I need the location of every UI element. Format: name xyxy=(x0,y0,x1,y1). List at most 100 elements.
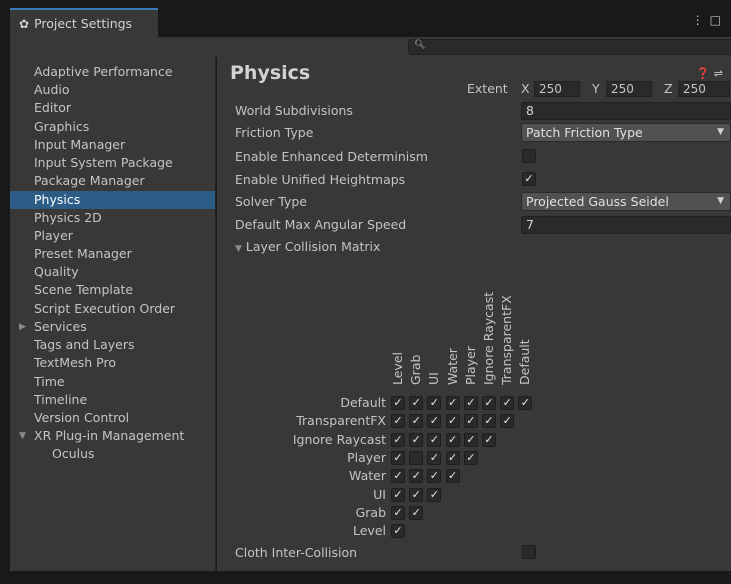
friction-type-dropdown[interactable]: Patch Friction Type ▼ xyxy=(521,123,731,142)
sidebar-item-label: Graphics xyxy=(34,119,90,134)
friction-type-value: Patch Friction Type xyxy=(526,125,643,140)
matrix-checkbox[interactable]: ✓ xyxy=(409,432,424,447)
sidebar-item-textmesh-pro[interactable]: TextMesh Pro xyxy=(10,354,215,372)
matrix-checkbox[interactable] xyxy=(409,450,424,465)
help-icon[interactable]: ❓ xyxy=(696,67,714,80)
page-title: Physics xyxy=(230,62,311,84)
max-angular-speed-field[interactable]: 7 xyxy=(521,216,731,234)
matrix-checkbox[interactable]: ✓ xyxy=(463,432,478,447)
matrix-checkbox[interactable]: ✓ xyxy=(482,396,496,410)
collapsed-arrow-icon[interactable]: ▶ xyxy=(19,318,26,336)
sidebar-item-label: Tags and Layers xyxy=(34,337,135,352)
matrix-column-label: Player xyxy=(462,346,478,385)
sidebar-item-label: Quality xyxy=(34,264,79,279)
matrix-checkbox[interactable]: ✓ xyxy=(500,414,515,429)
sidebar-item-oculus[interactable]: Oculus xyxy=(10,445,215,463)
sidebar-item-label: Script Execution Order xyxy=(34,301,176,316)
sidebar-item-label: Input System Package xyxy=(34,155,173,170)
enhanced-determinism-checkbox[interactable] xyxy=(522,149,536,163)
matrix-checkbox[interactable]: ✓ xyxy=(518,396,533,410)
matrix-checkbox[interactable]: ✓ xyxy=(445,450,460,465)
matrix-checkbox[interactable]: ✓ xyxy=(391,487,405,502)
extent-x-field[interactable]: 250 xyxy=(534,81,580,97)
matrix-checkbox[interactable]: ✓ xyxy=(427,487,442,502)
matrix-checkbox[interactable]: ✓ xyxy=(500,396,515,410)
sidebar-item-package-manager[interactable]: Package Manager xyxy=(10,172,215,190)
matrix-checkbox[interactable]: ✓ xyxy=(445,414,460,429)
matrix-checkbox[interactable]: ✓ xyxy=(427,414,442,429)
cloth-inter-collision-label: Cloth Inter-Collision xyxy=(235,545,358,560)
matrix-checkbox[interactable]: ✓ xyxy=(445,396,460,410)
matrix-column-label: Ignore Raycast xyxy=(481,291,496,385)
matrix-checkbox[interactable]: ✓ xyxy=(391,524,405,539)
matrix-column-label: Water xyxy=(444,348,460,385)
matrix-checkbox[interactable]: ✓ xyxy=(391,396,405,410)
matrix-row-label: Level xyxy=(353,523,386,539)
maximize-icon[interactable]: □ xyxy=(710,13,727,27)
tab-project-settings[interactable]: ✿ Project Settings xyxy=(10,8,158,37)
sidebar-item-time[interactable]: Time xyxy=(10,373,215,391)
sidebar-item-script-execution-order[interactable]: Script Execution Order xyxy=(10,300,215,318)
matrix-checkbox[interactable]: ✓ xyxy=(445,469,460,484)
matrix-checkbox[interactable]: ✓ xyxy=(463,450,478,465)
sidebar-item-input-system-package[interactable]: Input System Package xyxy=(10,154,215,172)
dropdown-arrow-icon: ▼ xyxy=(717,127,724,137)
world-subdivisions-label: World Subdivisions xyxy=(235,103,353,118)
sidebar-item-preset-manager[interactable]: Preset Manager xyxy=(10,245,215,263)
kebab-menu-icon[interactable]: ⋮ xyxy=(692,13,710,27)
cloth-inter-collision-checkbox[interactable] xyxy=(522,545,536,559)
matrix-checkbox[interactable]: ✓ xyxy=(391,469,405,484)
matrix-checkbox[interactable]: ✓ xyxy=(409,414,424,429)
sidebar-item-version-control[interactable]: Version Control xyxy=(10,409,215,427)
matrix-checkbox[interactable]: ✓ xyxy=(391,432,405,447)
matrix-column-label: UI xyxy=(426,372,442,385)
matrix-checkbox[interactable]: ✓ xyxy=(427,469,442,484)
sidebar-item-graphics[interactable]: Graphics xyxy=(10,118,215,136)
sidebar-item-xr-plug-in-management[interactable]: ▼ XR Plug-in Management xyxy=(10,427,215,445)
bottom-strip xyxy=(0,571,731,584)
solver-type-dropdown[interactable]: Projected Gauss Seidel ▼ xyxy=(521,192,731,211)
extent-y-field[interactable]: 250 xyxy=(606,81,652,97)
sidebar-item-audio[interactable]: Audio xyxy=(10,81,215,99)
sidebar-item-timeline[interactable]: Timeline xyxy=(10,391,215,409)
extent-z-field[interactable]: 250 xyxy=(678,81,730,97)
layer-collision-matrix-foldout[interactable]: ▼ Layer Collision Matrix xyxy=(235,239,380,254)
preset-icon[interactable]: ⇌ xyxy=(714,67,727,80)
matrix-checkbox[interactable]: ✓ xyxy=(427,450,442,465)
matrix-checkbox[interactable]: ✓ xyxy=(409,487,424,502)
sidebar-item-physics[interactable]: Physics xyxy=(10,191,215,209)
sidebar-item-physics-2d[interactable]: Physics 2D xyxy=(10,209,215,227)
search-input[interactable]: 🔍︎ xyxy=(408,39,731,55)
sidebar-item-label: Services xyxy=(34,319,87,334)
matrix-checkbox[interactable]: ✓ xyxy=(482,414,496,429)
matrix-checkbox[interactable]: ✓ xyxy=(463,414,478,429)
sidebar-item-label: Preset Manager xyxy=(34,246,132,261)
sidebar-item-scene-template[interactable]: Scene Template xyxy=(10,281,215,299)
sidebar-item-label: XR Plug-in Management xyxy=(34,428,185,443)
matrix-checkbox[interactable]: ✓ xyxy=(409,396,424,410)
sidebar-item-tags-and-layers[interactable]: Tags and Layers xyxy=(10,336,215,354)
matrix-checkbox[interactable]: ✓ xyxy=(482,432,496,447)
unified-heightmaps-checkbox[interactable]: ✓ xyxy=(522,172,536,186)
matrix-checkbox[interactable]: ✓ xyxy=(391,450,405,465)
matrix-checkbox[interactable]: ✓ xyxy=(409,505,424,520)
matrix-row-label: Default xyxy=(340,395,386,410)
matrix-checkbox[interactable]: ✓ xyxy=(427,432,442,447)
sidebar-item-input-manager[interactable]: Input Manager xyxy=(10,136,215,154)
sidebar-item-adaptive-performance[interactable]: Adaptive Performance xyxy=(10,63,215,81)
matrix-checkbox[interactable]: ✓ xyxy=(391,414,405,429)
world-subdivisions-field[interactable]: 8 xyxy=(521,102,731,120)
sidebar-item-quality[interactable]: Quality xyxy=(10,263,215,281)
matrix-checkbox[interactable]: ✓ xyxy=(427,396,442,410)
expanded-arrow-icon[interactable]: ▼ xyxy=(19,427,26,445)
sidebar-item-label: Oculus xyxy=(52,446,95,461)
matrix-checkbox[interactable]: ✓ xyxy=(391,505,405,520)
friction-type-label: Friction Type xyxy=(235,125,314,140)
extent-z-label: Z xyxy=(664,81,673,96)
matrix-checkbox[interactable]: ✓ xyxy=(463,396,478,410)
sidebar-item-editor[interactable]: Editor xyxy=(10,99,215,117)
matrix-checkbox[interactable]: ✓ xyxy=(445,432,460,447)
matrix-checkbox[interactable]: ✓ xyxy=(409,469,424,484)
sidebar-item-player[interactable]: Player xyxy=(10,227,215,245)
sidebar-item-services[interactable]: ▶ Services xyxy=(10,318,215,336)
